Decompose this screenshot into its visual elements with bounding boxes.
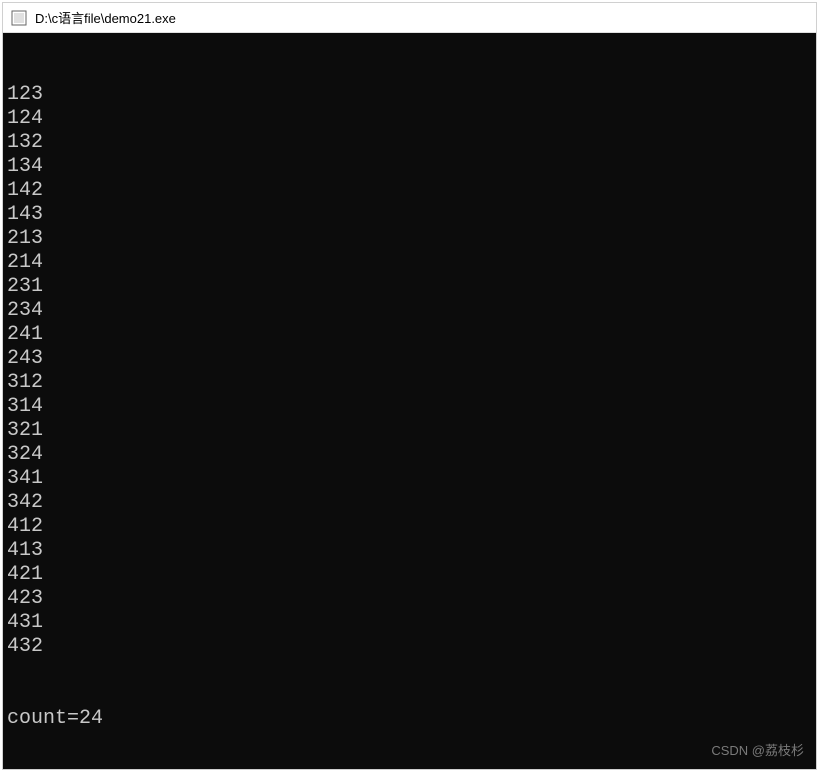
output-line: 431: [7, 611, 812, 635]
output-line: 243: [7, 347, 812, 371]
console-window: D:\c语言file\demo21.exe 123124132134142143…: [2, 2, 817, 770]
count-line: count=24: [7, 707, 812, 731]
output-line: 231: [7, 275, 812, 299]
output-line: 413: [7, 539, 812, 563]
watermark: CSDN @荔枝杉: [711, 739, 804, 763]
output-line: 432: [7, 635, 812, 659]
app-icon: [11, 10, 27, 26]
output-line: 421: [7, 563, 812, 587]
output-line: 312: [7, 371, 812, 395]
output-line: 214: [7, 251, 812, 275]
output-line: 412: [7, 515, 812, 539]
output-lines: 1231241321341421432132142312342412433123…: [7, 83, 812, 659]
output-line: 143: [7, 203, 812, 227]
output-line: 341: [7, 467, 812, 491]
output-line: 134: [7, 155, 812, 179]
output-line: 342: [7, 491, 812, 515]
titlebar[interactable]: D:\c语言file\demo21.exe: [3, 3, 816, 33]
output-line: 321: [7, 419, 812, 443]
output-line: 132: [7, 131, 812, 155]
output-line: 234: [7, 299, 812, 323]
window-title: D:\c语言file\demo21.exe: [35, 8, 176, 27]
output-line: 123: [7, 83, 812, 107]
output-line: 213: [7, 227, 812, 251]
output-line: 124: [7, 107, 812, 131]
output-line: 241: [7, 323, 812, 347]
output-line: 314: [7, 395, 812, 419]
output-line: 142: [7, 179, 812, 203]
output-line: 423: [7, 587, 812, 611]
terminal-output[interactable]: 1231241321341421432132142312342412433123…: [3, 33, 816, 769]
output-line: 324: [7, 443, 812, 467]
